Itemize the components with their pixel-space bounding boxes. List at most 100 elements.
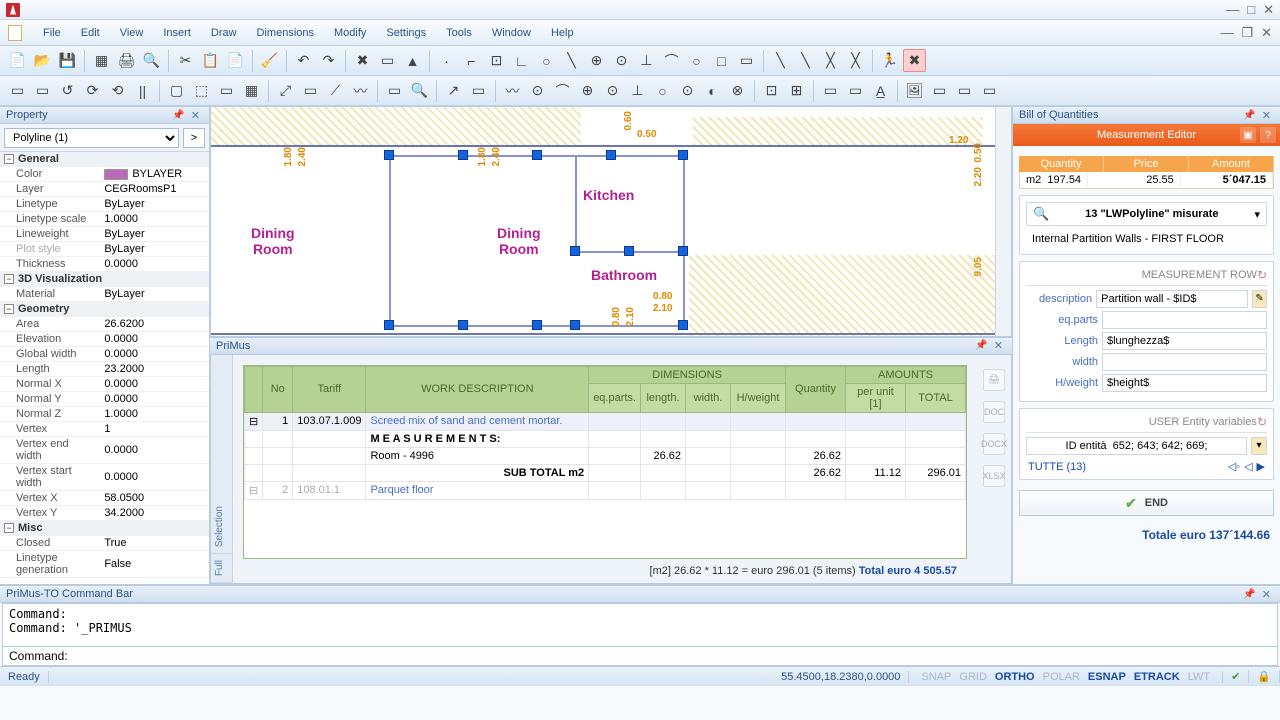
reload-icon[interactable]: ↻ (1257, 268, 1267, 282)
prop-row[interactable]: Normal X0.0000 (0, 377, 209, 392)
edit-icon[interactable]: ✎ (1252, 290, 1267, 308)
toolbar-button[interactable]: ⌐ (460, 49, 483, 72)
nav-prev-icon[interactable]: ◁ (1244, 460, 1252, 473)
toolbar-button[interactable]: ⟳ (81, 79, 104, 102)
hweight-field[interactable] (1102, 374, 1267, 392)
toolbar-button[interactable]: ⬚ (190, 79, 213, 102)
toolbar-button[interactable]: ▭ (299, 79, 322, 102)
drawing-canvas[interactable]: Dining RoomDining RoomKitchenBathroomTer… (210, 106, 1012, 337)
toolbar-button[interactable]: ⊙ (526, 79, 549, 102)
menu-edit[interactable]: Edit (72, 24, 109, 42)
prop-row[interactable]: Elevation0.0000 (0, 332, 209, 347)
primus-table[interactable]: No Tariff WORK DESCRIPTION DIMENSIONS Qu… (243, 365, 967, 560)
toolbar-button[interactable]: ✖ (903, 49, 926, 72)
print-icon[interactable]: 🖨 (983, 369, 1005, 391)
toolbar-button[interactable]: 💾 (56, 49, 79, 72)
prop-row[interactable]: Normal Z1.0000 (0, 407, 209, 422)
toolbar-button[interactable]: ⤢ (274, 79, 297, 102)
toolbar-button[interactable]: ▭ (735, 49, 758, 72)
length-field[interactable] (1102, 332, 1267, 350)
menu-dimensions[interactable]: Dimensions (248, 24, 323, 42)
toolbar-button[interactable]: 📂 (31, 49, 54, 72)
dropdown-icon[interactable]: ▾ (1251, 437, 1267, 455)
prop-row[interactable]: Area26.6200 (0, 317, 209, 332)
toolbar-button[interactable]: ╳ (844, 49, 867, 72)
toolbar-button[interactable]: ⌒ (660, 49, 683, 72)
end-button[interactable]: ✔ END (1019, 490, 1274, 516)
toolbar-button[interactable]: ⊡ (485, 49, 508, 72)
toolbar-button[interactable]: ▭ (31, 79, 54, 102)
toolbar-button[interactable]: ⊙ (601, 79, 624, 102)
toolbar-button[interactable]: ▭ (844, 79, 867, 102)
toolbar-button[interactable]: ▢ (165, 79, 188, 102)
reload-icon[interactable]: ↻ (1257, 415, 1267, 429)
status-toggle-snap[interactable]: SNAP (917, 671, 955, 683)
toolbar-button[interactable]: ○ (685, 49, 708, 72)
close-panel-icon[interactable]: ✕ (991, 339, 1006, 352)
toolbar-button[interactable]: 🖼 (903, 79, 926, 102)
toolbar-button[interactable]: A̲ (869, 79, 892, 102)
toolbar-button[interactable]: ○ (651, 79, 674, 102)
toolbar-button[interactable]: 📋 (199, 49, 222, 72)
prop-row[interactable]: Vertex Y34.2000 (0, 506, 209, 521)
status-lock-icon[interactable]: 🔒 (1249, 670, 1280, 683)
toolbar-button[interactable]: ▦ (90, 49, 113, 72)
close-panel-icon[interactable]: ✕ (1259, 109, 1274, 122)
export-doc-icon[interactable]: DOC (983, 401, 1005, 423)
export-docx-icon[interactable]: DOCX (983, 433, 1005, 455)
toolbar-button[interactable]: ╳ (819, 49, 842, 72)
pin-icon[interactable]: 📌 (169, 110, 187, 121)
toolbar-button[interactable]: ✖ (351, 49, 374, 72)
menu-window[interactable]: Window (483, 24, 540, 42)
toolbar-button[interactable]: ▭ (953, 79, 976, 102)
status-toggle-ortho[interactable]: ORTHO (991, 671, 1039, 683)
toolbar-button[interactable]: ▭ (819, 79, 842, 102)
tutte-link[interactable]: TUTTE (13) (1028, 461, 1086, 473)
toolbar-button[interactable]: ▭ (467, 79, 490, 102)
toolbar-button[interactable]: ▭ (215, 79, 238, 102)
status-toggle-etrack[interactable]: ETRACK (1130, 671, 1184, 683)
pin-icon[interactable]: 📌 (1240, 589, 1258, 600)
property-grid[interactable]: −GeneralColorBYLAYERLayerCEGRoomsP1Linet… (0, 152, 209, 584)
chevron-down-icon[interactable]: ▾ (1254, 208, 1260, 221)
toolbar-button[interactable]: □ (710, 49, 733, 72)
toolbar-button[interactable]: ▭ (376, 49, 399, 72)
toolbar-button[interactable]: 〰 (501, 79, 524, 102)
toolbar-button[interactable]: ⊕ (585, 49, 608, 72)
width-field[interactable] (1102, 353, 1267, 371)
prop-row[interactable]: Thickness0.0000 (0, 257, 209, 272)
close-icon[interactable]: ✕ (1263, 2, 1274, 18)
toolbar-button[interactable]: 🔍 (140, 49, 163, 72)
prop-row[interactable]: LineweightByLayer (0, 227, 209, 242)
menu-insert[interactable]: Insert (154, 24, 200, 42)
toolbar-button[interactable]: ⟲ (106, 79, 129, 102)
toolbar-button[interactable]: ⊕ (576, 79, 599, 102)
status-toggle-polar[interactable]: POLAR (1039, 671, 1084, 683)
status-toggle-esnap[interactable]: ESNAP (1084, 671, 1130, 683)
pin-icon[interactable]: 📌 (1240, 110, 1258, 121)
toolbar-button[interactable]: 🖨 (115, 49, 138, 72)
minimize-icon[interactable]: — (1226, 2, 1239, 18)
video-help-icon[interactable]: ▣ (1240, 127, 1256, 143)
status-ok-icon[interactable]: ✔ (1223, 670, 1249, 683)
toolbar-button[interactable]: ⊥ (635, 49, 658, 72)
toolbar-button[interactable]: ◐ (701, 79, 724, 102)
toolbar-button[interactable]: ⊙ (676, 79, 699, 102)
toolbar-button[interactable]: 🧹 (258, 49, 281, 72)
toolbar-button[interactable]: ▭ (383, 79, 406, 102)
toolbar-button[interactable]: ▭ (6, 79, 29, 102)
command-input[interactable] (75, 649, 1271, 663)
prop-row[interactable]: Plot styleByLayer (0, 242, 209, 257)
close-panel-icon[interactable]: ✕ (188, 109, 203, 122)
prop-row[interactable]: ClosedTrue (0, 536, 209, 551)
description-field[interactable] (1096, 290, 1248, 308)
close-panel-icon[interactable]: ✕ (1259, 588, 1274, 601)
menu-help[interactable]: Help (542, 24, 583, 42)
toolbar-button[interactable]: ╲ (794, 49, 817, 72)
toolbar-button[interactable]: ⌒ (551, 79, 574, 102)
tab-full[interactable]: Full (211, 554, 232, 583)
toolbar-button[interactable]: 📄 (6, 49, 29, 72)
toolbar-button[interactable]: ↗ (442, 79, 465, 102)
export-xlsx-icon[interactable]: XLSX (983, 465, 1005, 487)
toolbar-button[interactable]: ⟋ (324, 79, 347, 102)
